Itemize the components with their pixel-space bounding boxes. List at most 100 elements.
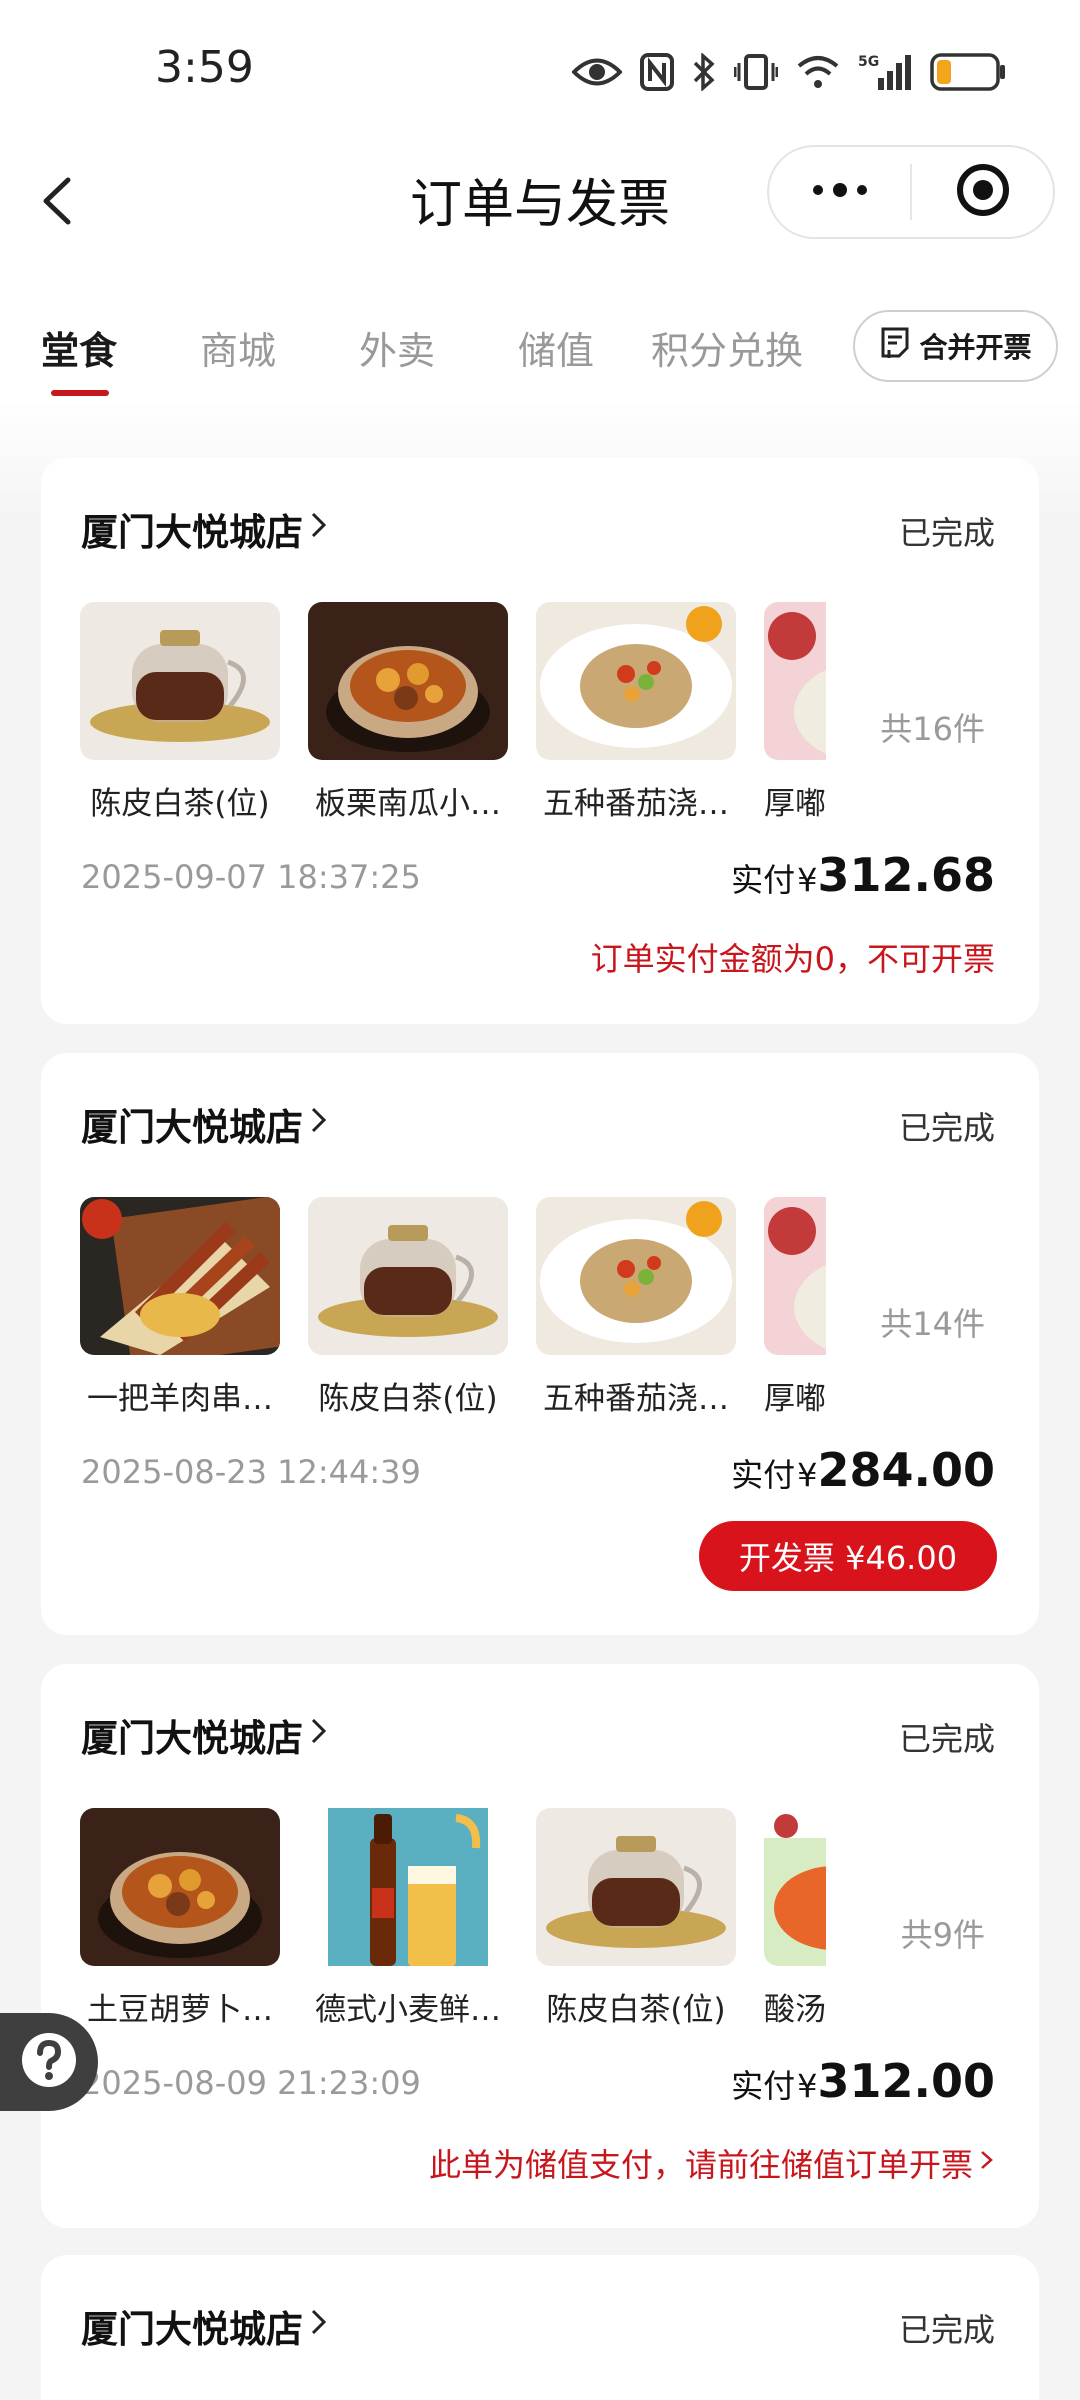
stored-value-invoice-link[interactable]: 此单为储值支付，请前往储值订单开票 [429, 2140, 995, 2186]
order-item: 陈皮白茶(位) [80, 602, 280, 823]
more-button[interactable] [769, 147, 910, 237]
item-name: 一把羊肉串… [87, 1381, 273, 1417]
store-link[interactable]: 厦门大悦城店 [81, 1097, 329, 1151]
order-card[interactable]: 厦门大悦城店 已完成 [41, 2255, 1039, 2400]
order-item: 一把羊肉串… [80, 1197, 280, 1418]
chevron-right-icon [979, 2144, 995, 2182]
order-status: 已完成 [898, 1720, 995, 1758]
nfc-icon [640, 53, 674, 91]
tab-mall[interactable]: 商城 [200, 320, 276, 375]
store-name: 厦门大悦城店 [81, 1106, 303, 1149]
currency-symbol: ¥ [797, 861, 818, 899]
order-item: 五种番茄浇… [536, 602, 736, 823]
issue-invoice-button[interactable]: 开发票 ¥46.00 [699, 1521, 997, 1591]
help-button[interactable] [0, 2013, 98, 2111]
item-name: 土豆胡萝卜… [87, 1992, 273, 2028]
paid-amount: 实付 ¥ 312.68 [731, 848, 995, 902]
store-link[interactable]: 厦门大悦城店 [81, 502, 329, 556]
item-image-stew [308, 602, 508, 760]
chevron-right-icon [309, 508, 329, 551]
order-date: 2025-09-07 18:37:25 [81, 858, 421, 896]
vibrate-icon [734, 53, 778, 91]
amount-value: 312.00 [817, 2054, 995, 2108]
currency-symbol: ¥ [797, 2067, 818, 2105]
order-card[interactable]: 厦门大悦城店 已完成 一把羊肉串… 陈皮白茶(位) 五种番茄浇… 厚嘟 共14件… [41, 1053, 1039, 1635]
item-name: 板栗南瓜小… [315, 786, 501, 822]
order-items: 一把羊肉串… 陈皮白茶(位) 五种番茄浇… 厚嘟 [80, 1197, 840, 1437]
item-name: 五种番茄浇… [543, 786, 729, 822]
invoice-note: 此单为储值支付，请前往储值订单开票 [428, 2146, 973, 2184]
battery-low-icon [930, 53, 1006, 91]
order-status: 已完成 [898, 514, 995, 552]
chevron-right-icon [309, 1103, 329, 1146]
tab-delivery[interactable]: 外卖 [359, 320, 435, 375]
store-name: 厦门大悦城店 [81, 511, 303, 554]
help-question-icon [18, 2029, 80, 2095]
order-item: 德式小麦鲜… [308, 1808, 508, 2029]
order-items: 陈皮白茶(位) 板栗南瓜小… 五种番茄浇… 厚嘟 [80, 602, 840, 842]
item-image-teapot [536, 1808, 736, 1966]
chevron-right-icon [309, 1714, 329, 1757]
tab-stored-value[interactable]: 储值 [518, 320, 594, 375]
order-item: 陈皮白茶(位) [308, 1197, 508, 1418]
order-card[interactable]: 厦门大悦城店 已完成 土豆胡萝卜… 德式小麦鲜… 陈皮白茶(位) 酸汤 共9件 … [41, 1664, 1039, 2228]
item-count: 共9件 [900, 1916, 985, 1954]
merge-invoice-button[interactable]: 合并开票 [853, 310, 1058, 382]
item-name: 厚嘟 [764, 786, 826, 822]
order-card[interactable]: 厦门大悦城店 已完成 陈皮白茶(位) 板栗南瓜小… 五种番茄浇… 厚嘟 共16件… [41, 458, 1039, 1024]
item-count: 共16件 [880, 710, 985, 748]
close-mini-program-button[interactable] [912, 147, 1053, 237]
item-image-teapot [80, 602, 280, 760]
item-count: 共14件 [880, 1305, 985, 1343]
amount-value: 312.68 [817, 848, 995, 902]
order-item: 土豆胡萝卜… [80, 1808, 280, 2029]
paid-amount: 实付 ¥ 284.00 [731, 1443, 995, 1497]
status-bar: 3:59 5G [0, 0, 1080, 140]
bluetooth-icon [692, 53, 716, 91]
nav-bar: 订单与发票 [0, 140, 1080, 260]
order-items: 土豆胡萝卜… 德式小麦鲜… 陈皮白茶(位) 酸汤 [80, 1808, 840, 2048]
item-name: 厚嘟 [764, 1381, 826, 1417]
store-name: 厦门大悦城店 [81, 2308, 303, 2351]
svg-text:5G: 5G [858, 54, 879, 70]
item-name: 德式小麦鲜… [315, 1992, 501, 2028]
item-name: 陈皮白茶(位) [318, 1381, 498, 1417]
paid-label: 实付 [731, 2067, 796, 2105]
item-image-pink [764, 602, 826, 760]
tab-dine-in[interactable]: 堂食 [41, 320, 117, 375]
order-item: 陈皮白茶(位) [536, 1808, 736, 2029]
item-image-noodle [536, 602, 736, 760]
item-image-teapot [308, 1197, 508, 1355]
paid-label: 实付 [731, 861, 796, 899]
item-image-stew [80, 1808, 280, 1966]
5g-signal-icon: 5G [858, 52, 912, 92]
item-image-beer [308, 1808, 508, 1966]
invoice-note: 订单实付金额为0，不可开票 [590, 940, 995, 978]
item-image-noodle [536, 1197, 736, 1355]
merge-invoice-label: 合并开票 [919, 331, 1032, 364]
status-icons: 5G [572, 48, 1006, 96]
wifi-icon [796, 54, 840, 90]
target-circle-icon [955, 162, 1011, 222]
item-name: 陈皮白茶(位) [90, 786, 270, 822]
invoice-icon [879, 326, 911, 367]
tab-points-exchange[interactable]: 积分兑换 [651, 320, 803, 375]
order-item: 板栗南瓜小… [308, 602, 508, 823]
item-name: 陈皮白茶(位) [546, 1992, 726, 2028]
item-name: 五种番茄浇… [543, 1381, 729, 1417]
item-name: 酸汤 [764, 1992, 826, 2028]
order-item: 厚嘟 [764, 602, 826, 823]
paid-label: 实付 [731, 1456, 796, 1494]
store-link[interactable]: 厦门大悦城店 [81, 1708, 329, 1762]
mini-program-capsule [767, 145, 1055, 239]
store-name: 厦门大悦城店 [81, 1717, 303, 1760]
amount-value: 284.00 [817, 1443, 995, 1497]
order-item: 五种番茄浇… [536, 1197, 736, 1418]
order-item: 酸汤 [764, 1808, 826, 2029]
store-link[interactable]: 厦门大悦城店 [81, 2299, 329, 2353]
status-time: 3:59 [155, 42, 254, 93]
eye-icon [572, 55, 622, 89]
more-dots-icon [810, 180, 870, 204]
active-tab-indicator [51, 390, 109, 396]
order-date: 2025-08-09 21:23:09 [81, 2064, 421, 2102]
